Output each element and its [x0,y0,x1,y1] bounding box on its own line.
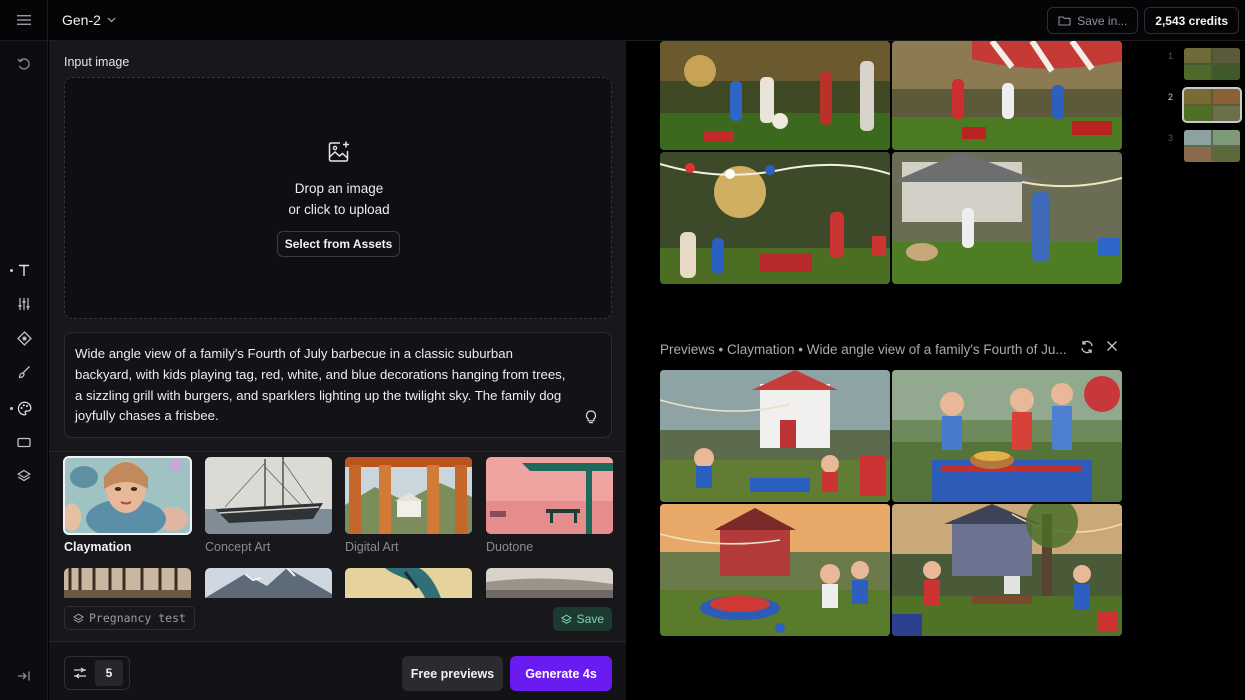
claymation-thumbnail [63,456,192,535]
top-bar: Gen-2 Save in... 2,543 credits [0,0,1245,41]
save-preset-label: Save [576,612,604,626]
generation-footer: 5 Free previews Generate 4s [49,641,626,700]
layers-icon[interactable] [0,464,48,488]
preview-image[interactable] [660,370,890,502]
select-from-assets-button[interactable]: Select from Assets [277,231,400,257]
digital-art-thumbnail [345,457,472,534]
camera-motion-icon[interactable] [0,326,48,350]
batch-number: 1 [1168,51,1174,61]
save-preset-button[interactable]: Save [552,607,612,631]
style-card-row2-1[interactable] [64,568,191,598]
output-count-control[interactable]: 5 [64,656,130,690]
style-card-claymation[interactable]: Claymation [63,456,192,554]
style-thumbnail [345,568,472,598]
model-selector[interactable]: Gen-2 [62,12,116,28]
prompt-text: Wide angle view of a family's Fourth of … [75,346,566,424]
result-image[interactable] [660,152,890,284]
tool-rail [0,41,48,700]
save-in-label: Save in... [1077,13,1128,28]
prompt-textarea[interactable]: Wide angle view of a family's Fourth of … [64,332,612,438]
generation-panel: Input image Drop an image or click to up… [49,41,626,700]
batch-thumbnail-3[interactable]: 3 [1166,130,1245,166]
brush-icon[interactable] [0,360,48,384]
add-image-icon [328,141,349,162]
duotone-thumbnail [486,457,613,534]
layers-icon [560,614,572,624]
style-name: Duotone [486,540,534,554]
hamburger-menu-icon[interactable] [0,0,48,41]
palette-icon[interactable] [0,396,48,420]
generate-button[interactable]: Generate 4s [510,656,612,691]
save-in-button[interactable]: Save in... [1047,7,1139,34]
adjust-sliders-icon[interactable] [0,292,48,316]
style-name: Digital Art [345,540,399,554]
style-name: Concept Art [205,540,271,554]
preview-image[interactable] [892,504,1122,636]
style-card-concept-art[interactable]: Concept Art [205,457,332,554]
model-name: Gen-2 [62,12,101,28]
batch-thumbnail-1[interactable]: 1 [1166,48,1245,84]
batch-thumbnail-2[interactable]: 2 [1166,87,1245,125]
preview-image[interactable] [892,370,1122,502]
free-previews-button[interactable]: Free previews [402,656,503,691]
style-card-row2-4[interactable] [486,568,613,598]
result-image[interactable] [892,41,1122,150]
style-card-duotone[interactable]: Duotone [486,457,613,554]
refresh-icon[interactable] [1080,340,1094,354]
dropzone-line-1: Drop an image [294,181,384,196]
concept-art-thumbnail [205,457,332,534]
batch-number: 3 [1168,133,1174,143]
close-icon[interactable] [1106,340,1118,352]
undo-icon[interactable] [0,52,48,76]
style-thumbnail [486,568,613,598]
results-gallery: Previews • Claymation • Wide angle view … [626,41,1166,700]
style-name: Claymation [64,540,132,554]
dropzone-line-2: or click to upload [288,202,390,217]
output-count: 5 [95,660,123,686]
collapse-panel-icon[interactable] [0,664,48,688]
image-dropzone[interactable]: Drop an image or click to upload Select … [64,77,612,319]
settings-sliders-icon [74,667,86,679]
folder-icon [1058,16,1071,26]
style-card-digital-art[interactable]: Digital Art [345,457,472,554]
aspect-ratio-icon[interactable] [0,430,48,454]
layers-icon [73,613,84,623]
preview-image[interactable] [660,504,890,636]
result-image[interactable] [660,41,890,150]
divider [49,451,626,452]
style-card-row2-3[interactable] [345,568,472,598]
preset-tag-label: Pregnancy test [89,611,186,625]
result-image[interactable] [892,152,1122,284]
text-tool-icon[interactable] [0,258,48,282]
style-thumbnail [205,568,332,598]
batch-thumbnail-strip: 1 2 3 [1166,41,1245,700]
style-thumbnail [64,568,191,598]
previews-title: Previews • Claymation • Wide angle view … [660,342,1067,357]
input-image-label: Input image [64,55,130,69]
batch-number: 2 [1168,92,1174,102]
lightbulb-icon[interactable] [581,407,601,427]
chevron-down-icon [107,17,116,23]
style-card-row2-2[interactable] [205,568,332,598]
credits-button[interactable]: 2,543 credits [1144,7,1239,34]
preset-tag[interactable]: Pregnancy test [64,606,195,630]
